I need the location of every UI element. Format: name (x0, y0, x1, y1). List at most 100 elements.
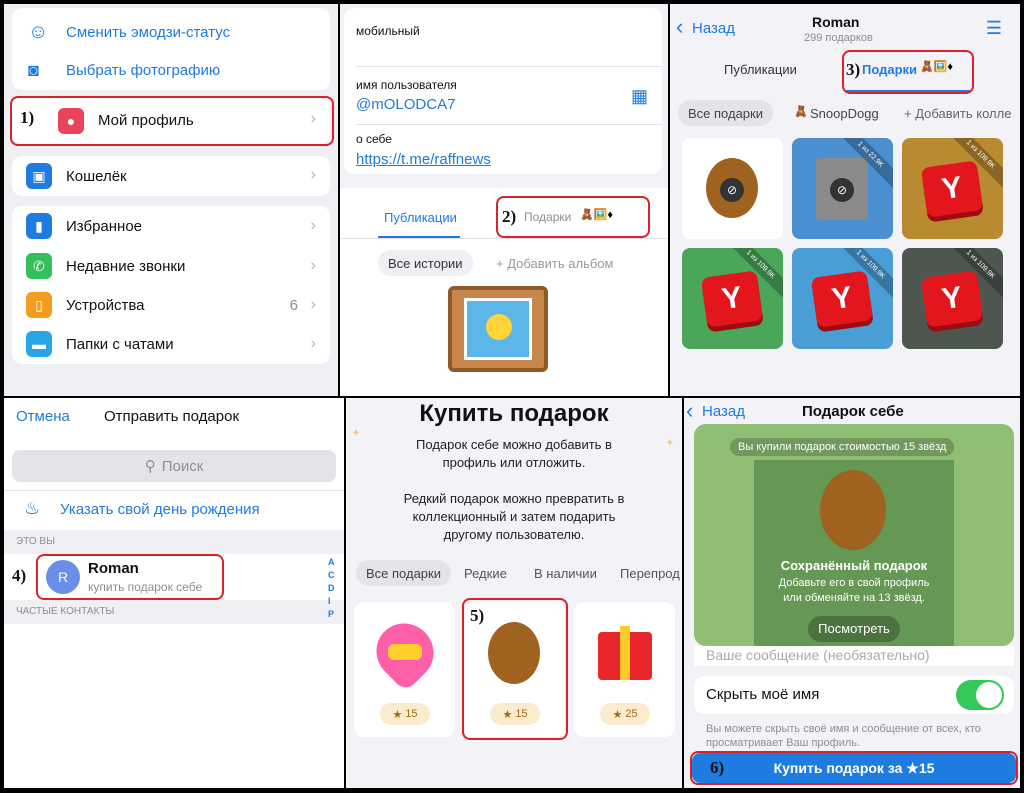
marker-1: 1) (20, 108, 35, 127)
y-gift-icon: Y (810, 270, 874, 328)
gift-preview: Вы купили подарок стоимостью 15 звёзд Со… (694, 424, 1014, 646)
price-badge: ★ 25 (600, 703, 650, 725)
gift-tile-pack[interactable]: ⊘ 1 из 22.9K (792, 138, 893, 239)
search-icon: ⚲ (144, 458, 156, 475)
chevron-right-icon: › (310, 217, 316, 234)
chip-resale[interactable]: Перепрод (620, 566, 680, 581)
gift-card-heart[interactable]: ★ 15 (354, 602, 455, 737)
description-1: Подарок себе можно добавить в профиль ил… (416, 437, 612, 470)
gift-tile-y-3[interactable]: Y 1 из 109.9K (792, 248, 893, 349)
add-album-button[interactable]: + Добавить альбом (496, 256, 613, 271)
hide-name-hint: Вы можете скрыть своё имя и сообщение от… (706, 723, 981, 749)
cancel-button[interactable]: Отмена (16, 408, 70, 425)
about-link[interactable]: https://t.me/raffnews (356, 151, 491, 168)
folder-icon: ▬ (26, 331, 52, 357)
section-frequent-label: ЧАСТЫЕ КОНТАКТЫ (16, 606, 115, 617)
menu-item-chat-folders[interactable]: ▬ Папки с чатами › (12, 324, 330, 364)
chip-all-stories[interactable]: Все истории (378, 250, 473, 276)
index-letter[interactable]: C (328, 569, 338, 582)
chevron-right-icon: › (310, 257, 316, 274)
marker-box-3 (842, 50, 974, 94)
price-badge: ★ 15 (380, 703, 430, 725)
saved-gift-title: Сохранённый подарок (780, 558, 928, 573)
marker-4: 4) (12, 566, 27, 585)
wallet-label: Кошелёк (66, 168, 127, 185)
gift-self-title: Подарок себе (802, 403, 904, 420)
section-you-header (4, 530, 344, 554)
y-gift-icon: Y (920, 160, 984, 218)
alphabet-index[interactable]: A C D I P (328, 556, 338, 621)
settings-panel: ☺ Сменить эмодзи-статус ◙ Выбрать фотогр… (4, 4, 338, 396)
set-birthday-link[interactable]: Указать свой день рождения (60, 501, 260, 518)
chip-all-gifts[interactable]: Все подарки (678, 100, 773, 126)
phone-icon: ✆ (26, 253, 52, 279)
gift-self-panel: ‹ Назад Подарок себе Вы купили подарок с… (684, 398, 1020, 788)
chevron-right-icon: › (310, 296, 316, 313)
mobile-label: мобильный (356, 24, 420, 38)
menu-item-label: Избранное (66, 217, 143, 235)
description-2: Редкий подарок можно превратить в коллек… (403, 491, 625, 542)
tab-publications[interactable]: Публикации (724, 62, 797, 77)
section-you-label: ЭТО ВЫ (16, 536, 55, 547)
username-label: имя пользователя (356, 78, 457, 92)
chip-snoopdogg[interactable]: SnoopDogg (810, 106, 879, 121)
about-label: о себе (356, 132, 392, 146)
back-button[interactable]: Назад (692, 20, 735, 37)
username-value[interactable]: @mOLODCA7 (356, 96, 455, 113)
search-input[interactable]: ⚲ Поиск (12, 450, 336, 482)
view-button[interactable]: Посмотреть (808, 616, 900, 642)
choose-photo[interactable]: ◙ Выбрать фотографию (12, 50, 330, 90)
buy-gift-title: Купить подарок (419, 400, 609, 427)
marker-6: 6) (710, 758, 725, 777)
gift-tile-bear[interactable]: ⊘ (682, 138, 783, 239)
qr-code-icon[interactable]: ▦ (631, 86, 648, 107)
back-chevron-icon[interactable]: ‹ (686, 398, 693, 424)
info-card: мобильный имя пользователя @mOLODCA7 ▦ о… (344, 8, 662, 174)
menu-item-favorites[interactable]: ▮ Избранное › (12, 206, 330, 246)
chip-rare[interactable]: Редкие (464, 566, 507, 581)
chip-all-gifts[interactable]: Все подарки (356, 560, 451, 586)
chip-add-collection[interactable]: + Добавить колле (904, 106, 1011, 121)
saved-gift-description: Добавьте его в свой профиль или обменяйт… (778, 577, 930, 604)
tab-publications[interactable]: Публикации (384, 210, 457, 225)
back-chevron-icon[interactable]: ‹ (676, 14, 683, 40)
star-icon: ★ (392, 708, 403, 721)
gift-tile-y-4[interactable]: Y 1 из 109.9K (902, 248, 1003, 349)
star-icon: ★ (612, 708, 623, 721)
index-letter[interactable]: A (328, 556, 338, 569)
choose-photo-label: Выбрать фотографию (66, 61, 221, 79)
gift-icon: ♨ (24, 498, 41, 518)
hide-name-label: Скрыть моё имя (706, 686, 820, 703)
gift-tile-y-2[interactable]: Y 1 из 109.9K (682, 248, 783, 349)
menu-card: ▮ Избранное › ✆ Недавние звонки › ▯ Устр… (12, 206, 330, 364)
chevron-right-icon: › (310, 166, 316, 183)
hide-name-row: Скрыть моё имя (694, 676, 1014, 714)
index-letter[interactable]: P (328, 608, 338, 621)
gift-tile-y-1[interactable]: Y 1 из 109.9K (902, 138, 1003, 239)
devices-count: 6 (289, 296, 298, 314)
menu-item-devices[interactable]: ▯ Устройства 6 › (12, 285, 330, 325)
hide-name-toggle[interactable] (956, 680, 1004, 710)
menu-item-recent-calls[interactable]: ✆ Недавние звонки › (12, 246, 330, 286)
wallet-card[interactable]: ▣ Кошелёк › (12, 156, 330, 196)
index-letter[interactable]: D (328, 582, 338, 595)
menu-item-label: Устройства (66, 296, 145, 314)
status-card: ☺ Сменить эмодзи-статус ◙ Выбрать фотогр… (12, 8, 330, 90)
marker-3: 3) (846, 60, 861, 79)
message-input[interactable]: Ваше сообщение (необязательно) (694, 646, 1014, 666)
chip-in-stock[interactable]: В наличии (534, 566, 597, 581)
camera-icon: ◙ (28, 59, 39, 80)
bear-emoji-icon: 🧸 (794, 106, 808, 118)
filter-icon[interactable]: ☰ (986, 18, 1002, 39)
back-button[interactable]: Назад (702, 403, 745, 420)
profile-panel: мобильный имя пользователя @mOLODCA7 ▦ о… (340, 4, 668, 396)
index-letter[interactable]: I (328, 595, 338, 608)
gift-card-box[interactable]: ★ 25 (574, 602, 675, 737)
hidden-eye-icon: ⊘ (720, 178, 744, 202)
bookmark-icon: ▮ (26, 213, 52, 239)
message-placeholder: Ваше сообщение (необязательно) (706, 647, 930, 663)
send-gift-title: Отправить подарок (104, 408, 240, 425)
search-placeholder: Поиск (161, 457, 204, 475)
change-emoji-status[interactable]: ☺ Сменить эмодзи-статус (12, 12, 330, 52)
purchase-banner: Вы купили подарок стоимостью 15 звёзд (730, 438, 955, 456)
